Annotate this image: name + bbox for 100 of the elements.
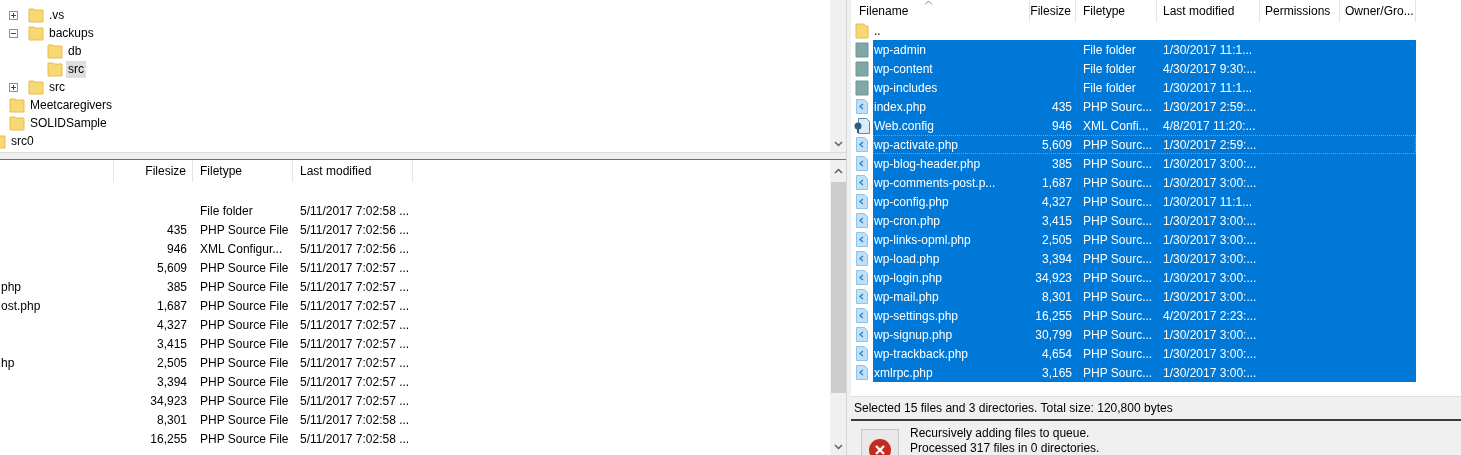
table-cell: File folder [1083, 42, 1136, 57]
table-cell: PHP Sourc... [1083, 251, 1153, 266]
table-cell: 3,394 [1041, 251, 1072, 266]
file-row[interactable]: wp-trackback.php 4,654 PHP Sourc... 1/30/2017 3:00:... [873, 344, 1416, 363]
expander-icon[interactable] [9, 82, 18, 92]
table-cell: File folder [1083, 80, 1136, 95]
table-cell: 5/11/2017 7:02:58 ... [300, 431, 410, 446]
table-cell: 1,687 [1041, 175, 1072, 190]
file-name: xmlrpc.php [874, 365, 933, 380]
file-row[interactable]: Web.config 946 XML Confi... 4/8/2017 11:20:... [873, 116, 1416, 135]
expander-icon[interactable] [9, 28, 18, 38]
file-name: wp-config.php [874, 194, 949, 209]
table-cell: hp [1, 355, 15, 370]
table-cell: PHP Source File [200, 393, 289, 408]
file-name: wp-admin [874, 42, 927, 57]
file-row[interactable]: wp-links-opml.php 2,505 PHP Sourc... 1/30/2017 3:00:... [873, 230, 1416, 249]
column-header[interactable]: Last modified [293, 160, 413, 182]
file-row[interactable]: .. [873, 21, 1416, 40]
file-row[interactable]: xmlrpc.php 3,165 PHP Sourc... 1/30/2017 3:00:... [873, 363, 1416, 382]
file-icon [856, 194, 868, 209]
table-cell: 4,327 [156, 317, 187, 332]
column-header[interactable]: Filetype [193, 160, 293, 182]
expander-icon[interactable] [9, 10, 18, 20]
table-cell: PHP Source File [200, 260, 289, 275]
file-icon [856, 137, 868, 152]
table-cell: 3,415 [156, 336, 187, 351]
scroll-down-icon[interactable] [833, 141, 843, 147]
folder-icon [47, 61, 63, 77]
file-name: wp-comments-post.p... [874, 175, 996, 190]
folder-icon [855, 60, 869, 77]
table-cell: PHP Source File [200, 222, 289, 237]
scrollbar[interactable] [830, 0, 846, 152]
file-name: wp-login.php [874, 270, 943, 285]
table-cell: PHP Sourc... [1083, 194, 1153, 209]
file-row[interactable]: wp-comments-post.p... 1,687 PHP Sourc... 1/30/2017 3:00:... [873, 173, 1416, 192]
table-cell: 5/11/2017 7:02:56 ... [300, 241, 410, 256]
table-cell: 4/20/2017 2:23:... [1163, 308, 1257, 323]
tree-item[interactable]: db [66, 42, 84, 60]
scroll-up-icon[interactable] [833, 168, 843, 174]
table-cell: 34,923 [1035, 270, 1072, 285]
file-icon [856, 308, 868, 323]
table-cell: PHP Source File [200, 374, 289, 389]
column-header[interactable]: Filetype [1076, 0, 1157, 22]
scroll-thumb[interactable] [830, 182, 846, 393]
table-cell: 1,687 [156, 298, 187, 313]
file-name: wp-mail.php [874, 289, 939, 304]
table-cell: 5/11/2017 7:02:58 ... [300, 412, 410, 427]
file-row[interactable]: wp-cron.php 3,415 PHP Sourc... 1/30/2017 3:00:... [873, 211, 1416, 230]
table-cell: 1/30/2017 11:1... [1163, 42, 1253, 57]
file-row[interactable]: wp-signup.php 30,799 PHP Sourc... 1/30/2017 3:00:... [873, 325, 1416, 344]
table-cell: PHP Source File [200, 355, 289, 370]
file-row[interactable]: wp-admin File folder 1/30/2017 11:1... [873, 40, 1416, 59]
scrollbar[interactable] [830, 160, 846, 455]
file-row[interactable]: wp-content File folder 4/30/2017 9:30:... [873, 59, 1416, 78]
table-cell: 4,327 [1041, 194, 1072, 209]
column-header[interactable]: Permissions [1260, 0, 1340, 22]
file-row[interactable]: wp-blog-header.php 385 PHP Sourc... 1/30/2017 3:00:... [873, 154, 1416, 173]
tree-item[interactable]: backups [47, 24, 96, 42]
file-row[interactable]: wp-mail.php 8,301 PHP Sourc... 1/30/2017 3:00:... [873, 287, 1416, 306]
file-row[interactable]: wp-includes File folder 1/30/2017 11:1... [873, 78, 1416, 97]
tree-item[interactable]: Meetcaregivers [28, 96, 115, 114]
column-header[interactable]: Filesize [113, 160, 193, 182]
column-header[interactable]: Filename [851, 0, 1030, 22]
table-cell: 3,415 [1041, 213, 1072, 228]
folder-icon [28, 7, 44, 23]
file-row[interactable]: wp-activate.php 5,609 PHP Sourc... 1/30/2017 2:59:... [873, 135, 1416, 154]
table-cell: PHP Source File [200, 317, 289, 332]
table-cell: 1/30/2017 3:00:... [1163, 327, 1257, 342]
log-message: Recursively adding files to queue. [910, 426, 1091, 441]
table-cell: 5/11/2017 7:02:56 ... [300, 222, 410, 237]
scroll-down-icon[interactable] [833, 444, 843, 450]
table-cell: 1/30/2017 3:00:... [1163, 289, 1257, 304]
tree-item[interactable]: src [47, 78, 67, 96]
tree-item[interactable]: .vs [47, 6, 67, 24]
table-cell: 5/11/2017 7:02:57 ... [300, 298, 410, 313]
folder-icon [855, 41, 869, 58]
folder-icon [855, 79, 869, 96]
column-header[interactable]: Filesize [1030, 0, 1076, 22]
table-cell: PHP Source File [200, 336, 289, 351]
file-name: wp-blog-header.php [874, 156, 981, 171]
table-cell: PHP Sourc... [1083, 308, 1153, 323]
pane-splitter[interactable] [0, 153, 846, 160]
column-header[interactable]: Last modified [1157, 0, 1260, 22]
folder-icon [47, 43, 63, 59]
file-row[interactable]: wp-config.php 4,327 PHP Sourc... 1/30/2017 11:1... [873, 192, 1416, 211]
tree-item[interactable]: src [66, 60, 86, 78]
table-cell: PHP Source File [200, 412, 289, 427]
file-row[interactable]: index.php 435 PHP Sourc... 1/30/2017 2:59:... [873, 97, 1416, 116]
tree-item[interactable]: src0 [9, 132, 36, 150]
column-header[interactable]: Owner/Gro... [1340, 0, 1416, 22]
table-cell: 4/8/2017 11:20:... [1163, 118, 1256, 133]
file-row[interactable]: wp-settings.php 16,255 PHP Sourc... 4/20/2017 2:23:... [873, 306, 1416, 325]
file-row[interactable]: wp-load.php 3,394 PHP Sourc... 1/30/2017 3:00:... [873, 249, 1416, 268]
table-cell: 5,609 [156, 260, 187, 275]
table-cell: 16,255 [1035, 308, 1072, 323]
file-row[interactable]: wp-login.php 34,923 PHP Sourc... 1/30/2017 3:00:... [873, 268, 1416, 287]
tree-item[interactable]: SOLIDSample [28, 114, 109, 132]
table-cell: 1/30/2017 3:00:... [1163, 156, 1257, 171]
table-cell: 3,394 [156, 374, 187, 389]
table-cell: XML Confi... [1083, 118, 1149, 133]
